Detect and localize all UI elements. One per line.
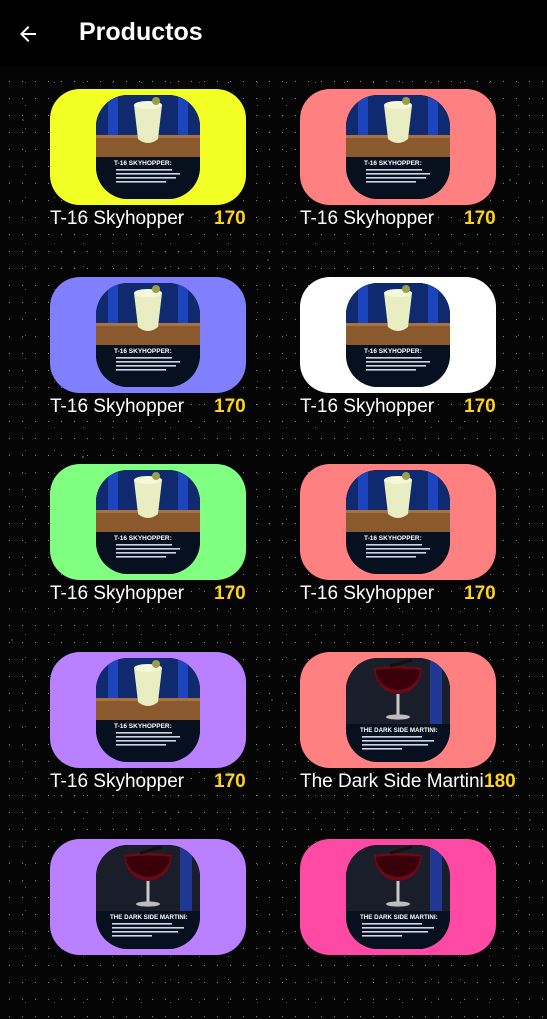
product-photo-skyhopper: T-16 SKYHOPPER:	[96, 283, 200, 387]
product-photo-martini: THE DARK SIDE MARTINI:	[346, 658, 450, 762]
product-image: T-16 SKYHOPPER:	[346, 283, 450, 387]
product-name: T-16 Skyhopper	[50, 771, 185, 792]
photo-caption: THE DARK SIDE MARTINI:	[110, 914, 188, 921]
product-name: T-16 Skyhopper	[300, 396, 435, 417]
product-tile: T-16 SKYHOPPER:	[50, 89, 246, 205]
product-price: 170	[214, 583, 246, 604]
product-photo-martini: THE DARK SIDE MARTINI:	[346, 845, 450, 949]
photo-caption: T-16 SKYHOPPER:	[114, 535, 172, 542]
product-name: T-16 Skyhopper	[300, 208, 435, 229]
product-card[interactable]: T-16 SKYHOPPER: T-16 Skyhopper 170	[50, 464, 280, 644]
product-price: 170	[464, 396, 496, 417]
product-name: T-16 Skyhopper	[50, 396, 185, 417]
product-photo-skyhopper: T-16 SKYHOPPER:	[346, 95, 450, 199]
product-photo-martini: THE DARK SIDE MARTINI:	[96, 845, 200, 949]
product-image: T-16 SKYHOPPER:	[96, 470, 200, 574]
photo-caption: T-16 SKYHOPPER:	[114, 348, 172, 355]
photo-caption: T-16 SKYHOPPER:	[364, 535, 422, 542]
product-tile: THE DARK SIDE MARTINI:	[300, 839, 496, 955]
product-tile: THE DARK SIDE MARTINI:	[300, 652, 496, 768]
product-price: 170	[214, 771, 246, 792]
product-name: T-16 Skyhopper	[50, 208, 185, 229]
product-tile: T-16 SKYHOPPER:	[50, 652, 246, 768]
product-grid: T-16 SKYHOPPER: T-16 Skyhopper 170 T-16 S…	[0, 0, 547, 956]
product-tile: T-16 SKYHOPPER:	[50, 464, 246, 580]
product-image: THE DARK SIDE MARTINI:	[346, 845, 450, 949]
product-photo-skyhopper: T-16 SKYHOPPER:	[96, 658, 200, 762]
product-tile: T-16 SKYHOPPER:	[300, 464, 496, 580]
photo-caption: T-16 SKYHOPPER:	[364, 160, 422, 167]
product-image: THE DARK SIDE MARTINI:	[346, 658, 450, 762]
product-image: T-16 SKYHOPPER:	[346, 95, 450, 199]
product-card[interactable]: T-16 SKYHOPPER: T-16 Skyhopper 170	[300, 277, 530, 457]
photo-caption: THE DARK SIDE MARTINI:	[360, 914, 438, 921]
product-card[interactable]: THE DARK SIDE MARTINI:	[50, 839, 280, 1019]
product-name: T-16 Skyhopper	[50, 583, 185, 604]
product-image: T-16 SKYHOPPER:	[96, 658, 200, 762]
product-image: THE DARK SIDE MARTINI:	[96, 845, 200, 949]
product-price: 170	[214, 396, 246, 417]
product-photo-skyhopper: T-16 SKYHOPPER:	[96, 95, 200, 199]
product-image: T-16 SKYHOPPER:	[96, 283, 200, 387]
product-price: 170	[464, 583, 496, 604]
product-image: T-16 SKYHOPPER:	[346, 470, 450, 574]
product-tile: THE DARK SIDE MARTINI:	[50, 839, 246, 955]
product-image: T-16 SKYHOPPER:	[96, 95, 200, 199]
product-name: The Dark Side Martini	[300, 771, 484, 792]
product-price: 170	[214, 208, 246, 229]
product-card[interactable]: T-16 SKYHOPPER: T-16 Skyhopper 170	[50, 277, 280, 457]
photo-caption: T-16 SKYHOPPER:	[114, 723, 172, 730]
product-tile: T-16 SKYHOPPER:	[50, 277, 246, 393]
photo-caption: T-16 SKYHOPPER:	[364, 348, 422, 355]
photo-caption: T-16 SKYHOPPER:	[114, 160, 172, 167]
product-card[interactable]: T-16 SKYHOPPER: T-16 Skyhopper 170	[300, 89, 530, 269]
product-price: 170	[464, 208, 496, 229]
product-card[interactable]: THE DARK SIDE MARTINI: The Dark Side Mar…	[300, 652, 530, 832]
product-card[interactable]: T-16 SKYHOPPER: T-16 Skyhopper 170	[50, 652, 280, 832]
product-photo-skyhopper: T-16 SKYHOPPER:	[346, 470, 450, 574]
product-photo-skyhopper: T-16 SKYHOPPER:	[96, 470, 200, 574]
product-tile: T-16 SKYHOPPER:	[300, 89, 496, 205]
product-price: 180	[484, 771, 516, 792]
product-tile: T-16 SKYHOPPER:	[300, 277, 496, 393]
photo-caption: THE DARK SIDE MARTINI:	[360, 727, 438, 734]
product-card[interactable]: T-16 SKYHOPPER: T-16 Skyhopper 170	[300, 464, 530, 644]
product-name: T-16 Skyhopper	[300, 583, 435, 604]
product-card[interactable]: THE DARK SIDE MARTINI:	[300, 839, 530, 1019]
product-photo-skyhopper: T-16 SKYHOPPER:	[346, 283, 450, 387]
product-card[interactable]: T-16 SKYHOPPER: T-16 Skyhopper 170	[50, 89, 280, 269]
